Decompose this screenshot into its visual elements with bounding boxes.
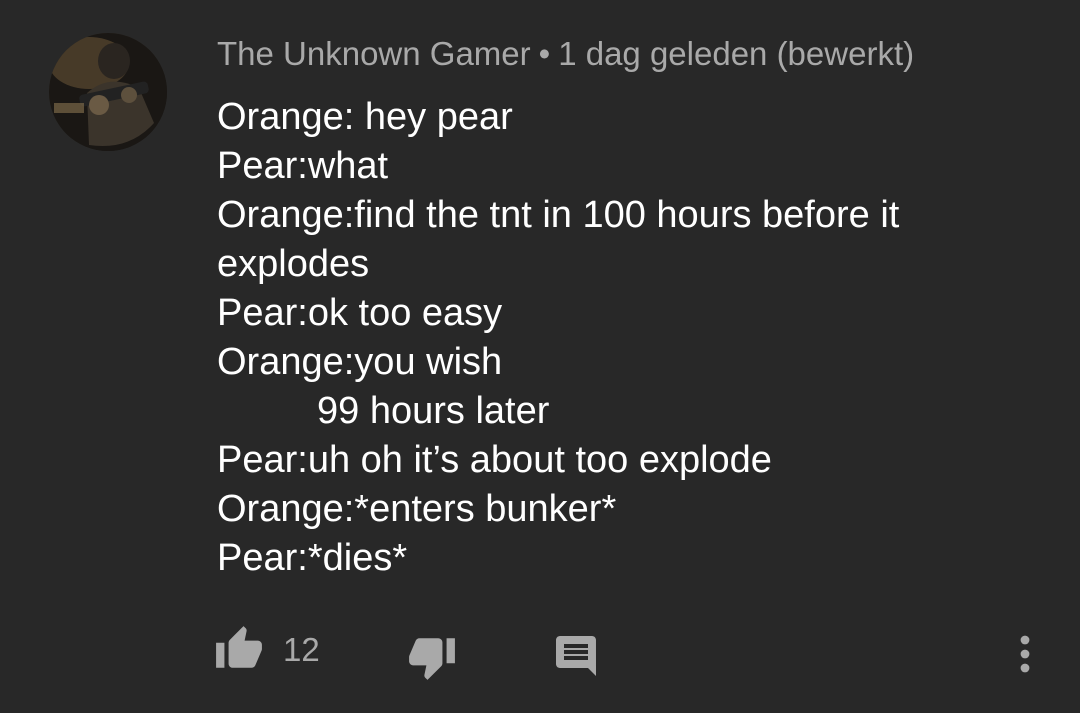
like-button[interactable] [214,624,264,674]
dislike-button[interactable] [407,632,457,682]
author-name[interactable]: The Unknown Gamer [217,35,531,72]
thumbs-down-icon [409,638,455,680]
comment-line: 99 hours later [317,390,550,432]
comment-line: Pear:uh oh it’s about too explode [217,439,772,481]
comment-line: Pear:ok too easy [217,292,503,334]
comment-header: The Unknown Gamer • 1 dag geleden (bewerkt… [217,33,914,75]
avatar[interactable] [49,33,167,151]
thumbs-up-icon [216,626,262,668]
comment-line: Pear:*dies* [217,537,408,579]
like-count: 12 [283,631,320,668]
comment-text: Orange: hey pear Pear:what Orange:find t… [217,93,1037,583]
comment-actions: 12 [0,622,1080,682]
comment-line: Orange:find the tnt in 100 hours before … [217,194,900,236]
comment-reply-icon [556,636,596,676]
comment-line: Orange:*enters bunker* [217,488,617,530]
comment-timestamp[interactable]: 1 dag geleden (bewerkt) [558,35,914,72]
more-options-button[interactable] [1008,630,1042,678]
comment-line: explodes [217,243,370,285]
comment-line: Orange: hey pear [217,96,513,138]
meta-separator: • [538,35,551,72]
comment-line: Pear:what [217,145,389,187]
comment-line: Orange:you wish [217,341,503,383]
more-vertical-icon [1020,635,1030,673]
comment-thread-item: The Unknown Gamer • 1 dag geleden (bewerkt… [0,0,1080,713]
avatar-image [49,33,167,151]
reply-button[interactable] [552,632,600,680]
